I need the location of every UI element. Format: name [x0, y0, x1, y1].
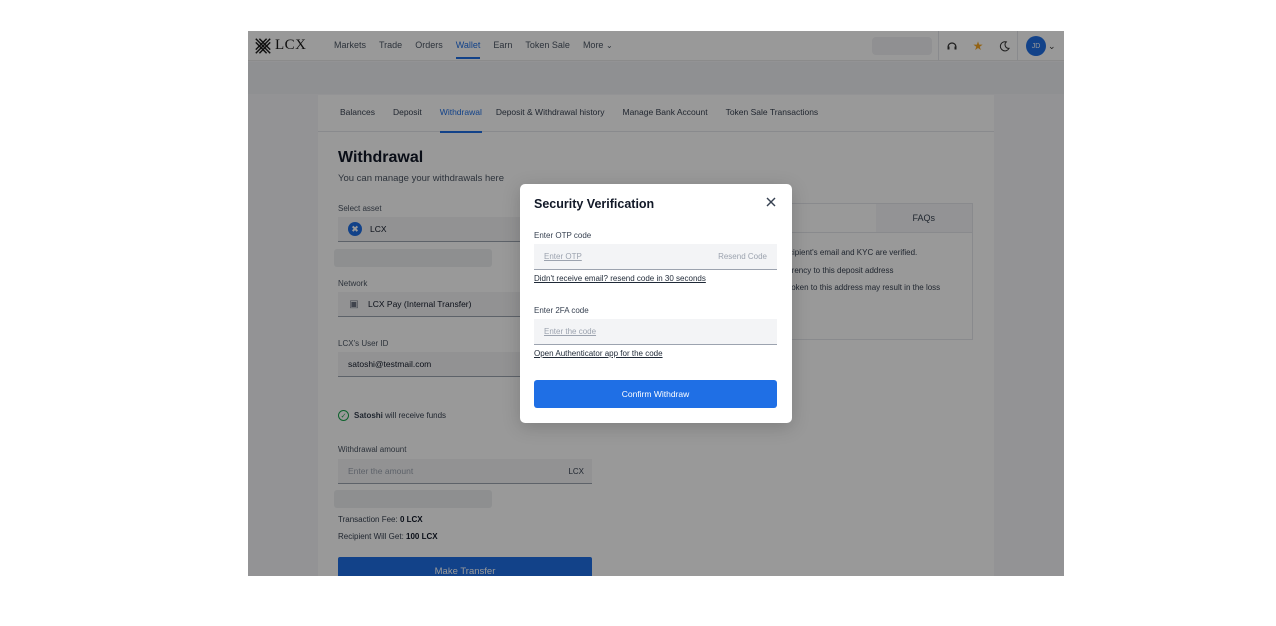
resend-code-button[interactable]: Resend Code: [718, 252, 767, 261]
confirm-withdraw-button[interactable]: Confirm Withdraw: [534, 380, 777, 408]
resend-email-link[interactable]: Didn't receive email? resend code in 30 …: [534, 274, 706, 283]
otp-field: Resend Code: [534, 244, 777, 270]
close-icon[interactable]: [764, 195, 778, 209]
security-verification-modal: Security Verification Enter OTP code Res…: [520, 184, 792, 423]
authenticator-link[interactable]: Open Authenticator app for the code: [534, 349, 663, 358]
twofa-label: Enter 2FA code: [534, 306, 589, 315]
otp-label: Enter OTP code: [534, 231, 592, 240]
otp-input[interactable]: [544, 252, 684, 261]
twofa-field: [534, 319, 777, 345]
twofa-input[interactable]: [544, 327, 684, 336]
modal-title: Security Verification: [534, 197, 655, 211]
